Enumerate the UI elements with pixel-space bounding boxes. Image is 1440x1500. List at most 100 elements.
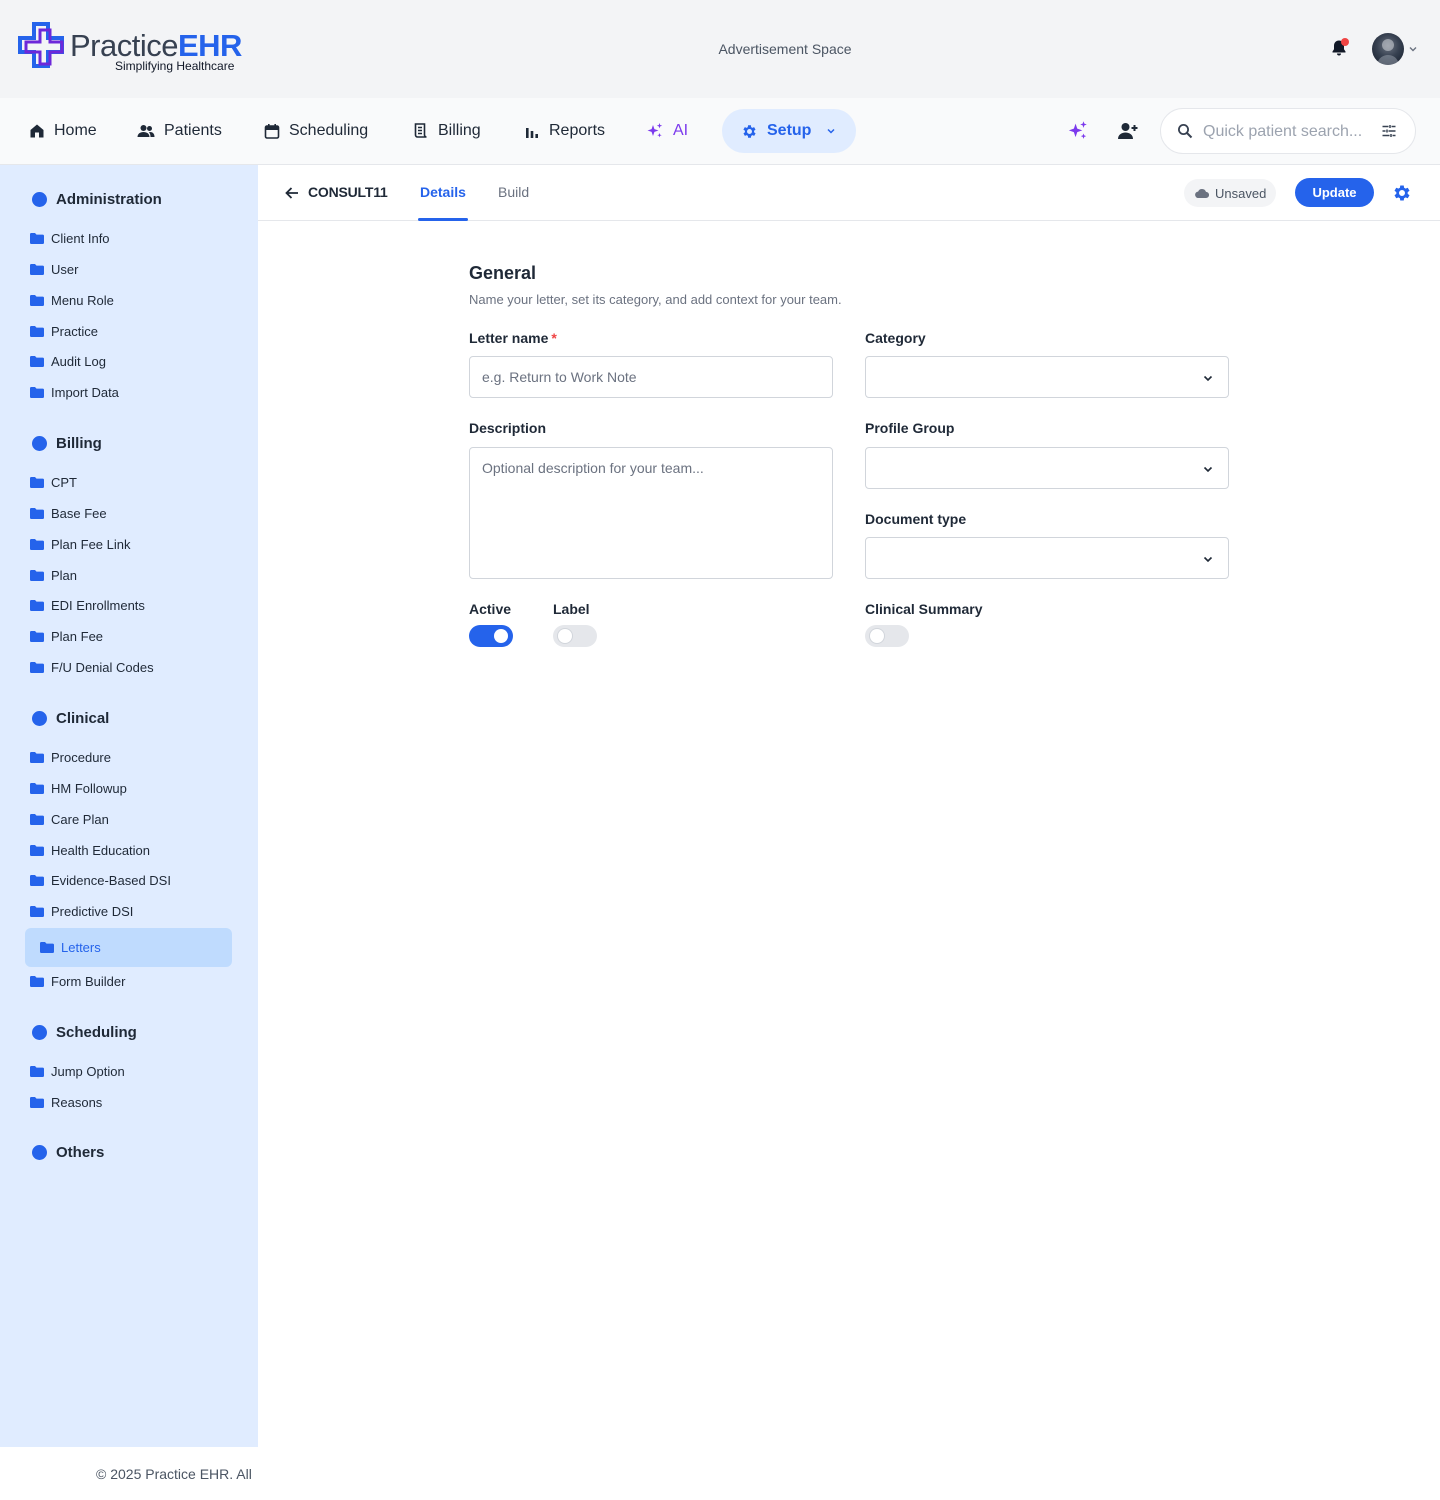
active-toggle[interactable] <box>469 625 513 647</box>
category-label: Category <box>865 330 926 346</box>
record-name: CONSULT11 <box>308 184 388 200</box>
sidebar-item-predictive-dsi[interactable]: Predictive DSI <box>30 904 133 919</box>
document-type-select[interactable] <box>865 537 1229 579</box>
sidebar-section-title: Administration <box>56 191 162 208</box>
description-field[interactable] <box>469 447 833 579</box>
sidebar-item-practice[interactable]: Practice <box>30 324 98 339</box>
category-select[interactable] <box>865 356 1229 398</box>
sidebar-item-plan-fee-link[interactable]: Plan Fee Link <box>30 537 131 552</box>
nav-patients[interactable]: Patients <box>137 98 222 164</box>
sparkle-icon <box>647 123 663 138</box>
sidebar-item-hm-followup[interactable]: HM Followup <box>30 781 127 796</box>
sidebar-item-base-fee[interactable]: Base Fee <box>30 506 107 521</box>
sidebar-section-billing[interactable]: Billing <box>32 435 102 452</box>
label-toggle-label: Label <box>553 601 590 617</box>
sidebar-item-procedure[interactable]: Procedure <box>30 750 111 765</box>
sidebar-section-administration[interactable]: Administration <box>32 191 162 208</box>
nav-setup[interactable]: Setup <box>722 109 856 153</box>
add-patient-icon[interactable] <box>1117 120 1139 142</box>
sidebar-section-others[interactable]: Others <box>32 1144 104 1161</box>
document-type-label: Document type <box>865 511 967 527</box>
sidebar-section-scheduling[interactable]: Scheduling <box>32 1024 137 1041</box>
toggle-knob <box>494 629 508 643</box>
sidebar-item-plan-fee[interactable]: Plan Fee <box>30 629 103 644</box>
folder-icon <box>30 233 44 244</box>
sidebar-item-client-info[interactable]: Client Info <box>30 231 110 246</box>
nav-reports[interactable]: Reports <box>524 98 605 164</box>
folder-icon <box>30 477 44 488</box>
sidebar-item-label: User <box>51 262 79 277</box>
ai-assistant-sparkle-icon[interactable] <box>1067 120 1089 142</box>
folder-icon <box>30 906 44 917</box>
profile-group-label: Profile Group <box>865 420 955 436</box>
setup-sidebar: Administration Client Info User Menu Rol… <box>0 165 258 1447</box>
chevron-down-icon <box>827 128 835 134</box>
description-label: Description <box>469 420 547 436</box>
quick-patient-search[interactable] <box>1160 108 1416 154</box>
folder-icon <box>30 508 44 519</box>
nav-scheduling[interactable]: Scheduling <box>264 98 368 164</box>
chevron-down-icon <box>1203 466 1213 473</box>
active-toggle-label: Active <box>469 601 512 617</box>
sidebar-item-cpt[interactable]: CPT <box>30 475 77 490</box>
sidebar-item-plan[interactable]: Plan <box>30 568 77 583</box>
folder-icon <box>30 814 44 825</box>
description-textarea[interactable] <box>470 448 832 578</box>
nav-billing[interactable]: Billing <box>413 98 481 164</box>
clinical-summary-toggle[interactable] <box>865 625 909 647</box>
chevron-down-icon <box>1203 375 1213 382</box>
sidebar-section-clinical[interactable]: Clinical <box>32 710 109 727</box>
sidebar-item-fu-denial-codes[interactable]: F/U Denial Codes <box>30 660 154 675</box>
sidebar-item-label: Care Plan <box>51 812 109 827</box>
patients-icon <box>137 125 155 137</box>
search-input[interactable] <box>1203 119 1375 145</box>
clinical-summary-toggle-label: Clinical Summary <box>865 601 983 617</box>
sidebar-item-health-education[interactable]: Health Education <box>30 843 150 858</box>
folder-icon <box>30 264 44 275</box>
sidebar-item-label: Health Education <box>51 843 151 858</box>
folder-icon <box>30 752 44 763</box>
sidebar-item-evidence-based-dsi[interactable]: Evidence-Based DSI <box>30 873 171 888</box>
filter-sliders-icon[interactable] <box>1381 123 1397 139</box>
nav-ai[interactable]: AI <box>646 98 688 164</box>
sidebar-item-menu-role[interactable]: Menu Role <box>30 293 114 308</box>
nav-home[interactable]: Home <box>29 98 97 164</box>
nav-ai-label: AI <box>673 122 689 139</box>
letter-name-input[interactable] <box>470 357 832 397</box>
save-status-badge: Unsaved <box>1184 179 1277 207</box>
letter-name-field[interactable] <box>469 356 833 398</box>
sidebar-item-label: EDI Enrollments <box>51 598 145 613</box>
section-bullet-icon <box>32 192 47 207</box>
gear-icon <box>743 124 756 138</box>
label-toggle[interactable] <box>553 625 597 647</box>
sidebar-item-label: Audit Log <box>51 354 106 369</box>
sidebar-item-audit-log[interactable]: Audit Log <box>30 354 106 369</box>
tab-details[interactable]: Details <box>420 184 466 200</box>
sidebar-item-reasons[interactable]: Reasons <box>30 1095 102 1110</box>
sidebar-item-edi-enrollments[interactable]: EDI Enrollments <box>30 598 145 613</box>
chevron-down-icon <box>1203 556 1213 563</box>
notification-bell-icon[interactable] <box>1329 38 1349 58</box>
back-arrow-icon[interactable] <box>284 185 300 201</box>
sidebar-item-user[interactable]: User <box>30 262 78 277</box>
toggle-knob <box>558 629 572 643</box>
sidebar-item-form-builder[interactable]: Form Builder <box>30 974 125 989</box>
sidebar-item-import-data[interactable]: Import Data <box>30 385 119 400</box>
avatar[interactable] <box>1372 33 1404 65</box>
sidebar-item-label: Base Fee <box>51 506 107 521</box>
profile-group-select[interactable] <box>865 447 1229 489</box>
update-button[interactable]: Update <box>1295 178 1374 207</box>
sidebar-item-label: Plan Fee Link <box>51 537 131 552</box>
sidebar-item-care-plan[interactable]: Care Plan <box>30 812 109 827</box>
nav-home-label: Home <box>54 122 97 139</box>
sidebar-item-letters[interactable]: Letters <box>25 928 232 967</box>
sidebar-section-title: Scheduling <box>56 1024 137 1041</box>
tab-build[interactable]: Build <box>498 184 529 200</box>
sidebar-section-title: Others <box>56 1144 105 1161</box>
nav-scheduling-label: Scheduling <box>289 122 369 139</box>
sidebar-item-jump-option[interactable]: Jump Option <box>30 1064 125 1079</box>
section-bullet-icon <box>32 1145 47 1160</box>
sidebar-item-label: Form Builder <box>51 974 126 989</box>
chevron-down-icon[interactable] <box>1408 44 1418 54</box>
settings-gear-icon[interactable] <box>1392 183 1412 203</box>
